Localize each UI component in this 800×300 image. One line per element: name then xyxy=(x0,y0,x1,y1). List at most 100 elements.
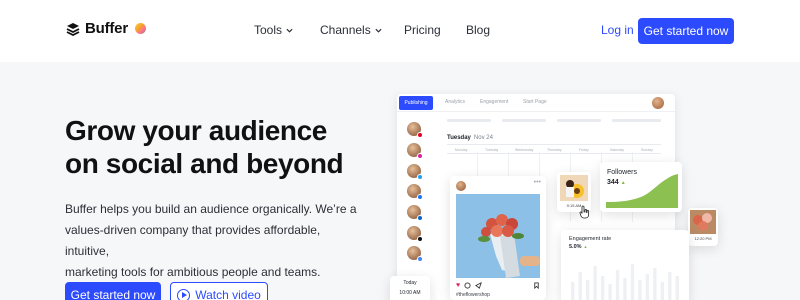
twitter-icon xyxy=(417,174,423,180)
comment-icon xyxy=(464,282,471,289)
time-card-label: Today xyxy=(403,280,417,286)
description-line-1: Buffer helps you build an audience organ… xyxy=(65,202,357,216)
nav-pricing-label: Pricing xyxy=(404,23,441,37)
hero-description: Buffer helps you build an audience organ… xyxy=(65,199,365,283)
post-hashtag: #theflowershop xyxy=(456,292,490,298)
engagement-bar xyxy=(630,264,635,300)
calendar-day: Tuesday xyxy=(447,135,471,141)
engagement-bar xyxy=(623,278,627,300)
calendar-column-friday: Friday xyxy=(579,148,589,152)
description-line-2: values-driven company that provides affo… xyxy=(65,223,321,258)
placeholder-bar xyxy=(557,119,601,122)
engagement-bar xyxy=(675,276,679,300)
nav-tools-label: Tools xyxy=(254,23,283,37)
engagement-value: 5.0% xyxy=(569,244,582,250)
placeholder-bar xyxy=(447,119,491,122)
calendar-column-thursday: Thursday xyxy=(547,148,562,152)
hero-get-started-button[interactable]: Get started now xyxy=(65,282,161,300)
bookmark-icon xyxy=(534,282,539,289)
nav-channels-label: Channels xyxy=(320,23,371,37)
instagram-icon xyxy=(417,153,423,159)
photo-post-card: 12:20 PM xyxy=(688,208,718,246)
calendar-divider xyxy=(447,144,661,145)
chevron-down-icon xyxy=(286,28,293,33)
flower-bouquet-image xyxy=(456,194,540,278)
engagement-bar xyxy=(571,282,575,300)
engagement-bar xyxy=(593,266,597,300)
flowers-photo-illustration xyxy=(690,210,716,234)
mockup-tab-publishing: Publishing xyxy=(399,96,433,110)
post-author-avatar xyxy=(456,181,466,191)
channel-avatar-pinterest xyxy=(407,122,423,138)
mockup-tab-analytics: Analytics xyxy=(445,99,466,105)
sunflower-image xyxy=(560,175,588,201)
calendar-date: Nov 24 xyxy=(473,135,493,141)
flowers-photo xyxy=(690,210,716,234)
tiktok-icon xyxy=(417,236,423,242)
engagement-bar xyxy=(668,272,672,300)
channel-avatar-instagram xyxy=(407,143,423,159)
followers-card: Followers 344 ▲ xyxy=(600,162,682,212)
calendar-column-sunday: Sunday xyxy=(641,148,653,152)
engagement-bar xyxy=(660,282,665,300)
engagement-bar xyxy=(645,274,650,300)
top-navbar: Buffer Tools Channels Pricing Blog Log i… xyxy=(0,0,800,62)
hero-headline: Grow your audience on social and beyond xyxy=(65,114,344,180)
nav-tools[interactable]: Tools xyxy=(254,23,293,37)
channel-avatar-facebook xyxy=(407,184,423,200)
watch-video-button[interactable]: Watch video xyxy=(170,282,268,300)
placeholder-bar xyxy=(612,119,661,122)
calendar-column-tuesday: Tuesday xyxy=(485,148,499,152)
facebook-icon xyxy=(417,194,423,200)
engagement-bar xyxy=(653,268,657,300)
nav-blog-label: Blog xyxy=(466,23,491,37)
engagement-bar xyxy=(578,272,582,300)
login-link[interactable]: Log in xyxy=(601,23,634,37)
calendar-column-monday: Monday xyxy=(455,148,468,152)
engagement-rate-card: Engagement rate 5.0% ▲ xyxy=(561,230,689,300)
mockup-tab-engagement: Engagement xyxy=(480,99,509,105)
calendar-divider xyxy=(447,153,661,154)
mockup-user-avatar xyxy=(652,97,664,109)
nav-get-started-button[interactable]: Get started now xyxy=(638,18,734,44)
engagement-bar-chart xyxy=(571,264,679,300)
post-actions: ♥ xyxy=(456,282,540,289)
share-icon xyxy=(475,282,483,289)
bouquet-illustration xyxy=(456,194,540,278)
engagement-bar xyxy=(615,270,620,300)
engagement-label: Engagement rate xyxy=(569,236,612,242)
mockup-tab-bar: Publishing Analytics Engagement Start Pa… xyxy=(397,94,675,112)
channel-avatar-tiktok xyxy=(407,226,423,242)
time-card-time: 10:00 AM xyxy=(399,290,421,296)
engagement-bar xyxy=(585,280,590,300)
heart-icon: ♥ xyxy=(456,282,461,289)
description-line-3: marketing tools for ambitious people and… xyxy=(65,265,321,279)
placeholder-bar xyxy=(502,119,546,122)
linkedin-icon xyxy=(417,215,423,221)
nav-blog[interactable]: Blog xyxy=(466,23,490,37)
channel-avatar-twitter xyxy=(407,164,423,180)
headline-line-1: Grow your audience xyxy=(65,115,327,146)
engagement-bar xyxy=(600,276,605,300)
chevron-down-icon xyxy=(375,28,382,33)
calendar-column-wednesday: Wednesday xyxy=(515,148,534,152)
nav-pricing[interactable]: Pricing xyxy=(404,23,441,37)
sunflower-illustration xyxy=(560,175,588,201)
trend-up-icon: ▲ xyxy=(583,244,588,249)
nav-channels[interactable]: Channels xyxy=(320,23,382,37)
watch-video-label: Watch video xyxy=(195,288,261,300)
play-icon xyxy=(177,288,191,300)
followers-area-chart xyxy=(606,174,678,208)
post-preview-card: ••• ♥ #theflowershop xyxy=(450,176,546,300)
channel-avatar-google xyxy=(407,246,423,262)
calendar-day-heading: Tuesday Nov 24 xyxy=(447,135,493,141)
hand-cursor-icon xyxy=(579,205,589,219)
scheduled-time-card: Today 10:00 AM xyxy=(390,276,430,300)
mockup-tab-start-page: Start Page xyxy=(523,99,547,105)
engagement-bar xyxy=(608,284,612,300)
more-options-icon: ••• xyxy=(533,179,541,186)
engagement-bar xyxy=(638,280,642,300)
calendar-column-saturday: Saturday xyxy=(610,148,625,152)
pinterest-icon xyxy=(417,132,423,138)
photo-post-time: 12:20 PM xyxy=(694,236,712,241)
